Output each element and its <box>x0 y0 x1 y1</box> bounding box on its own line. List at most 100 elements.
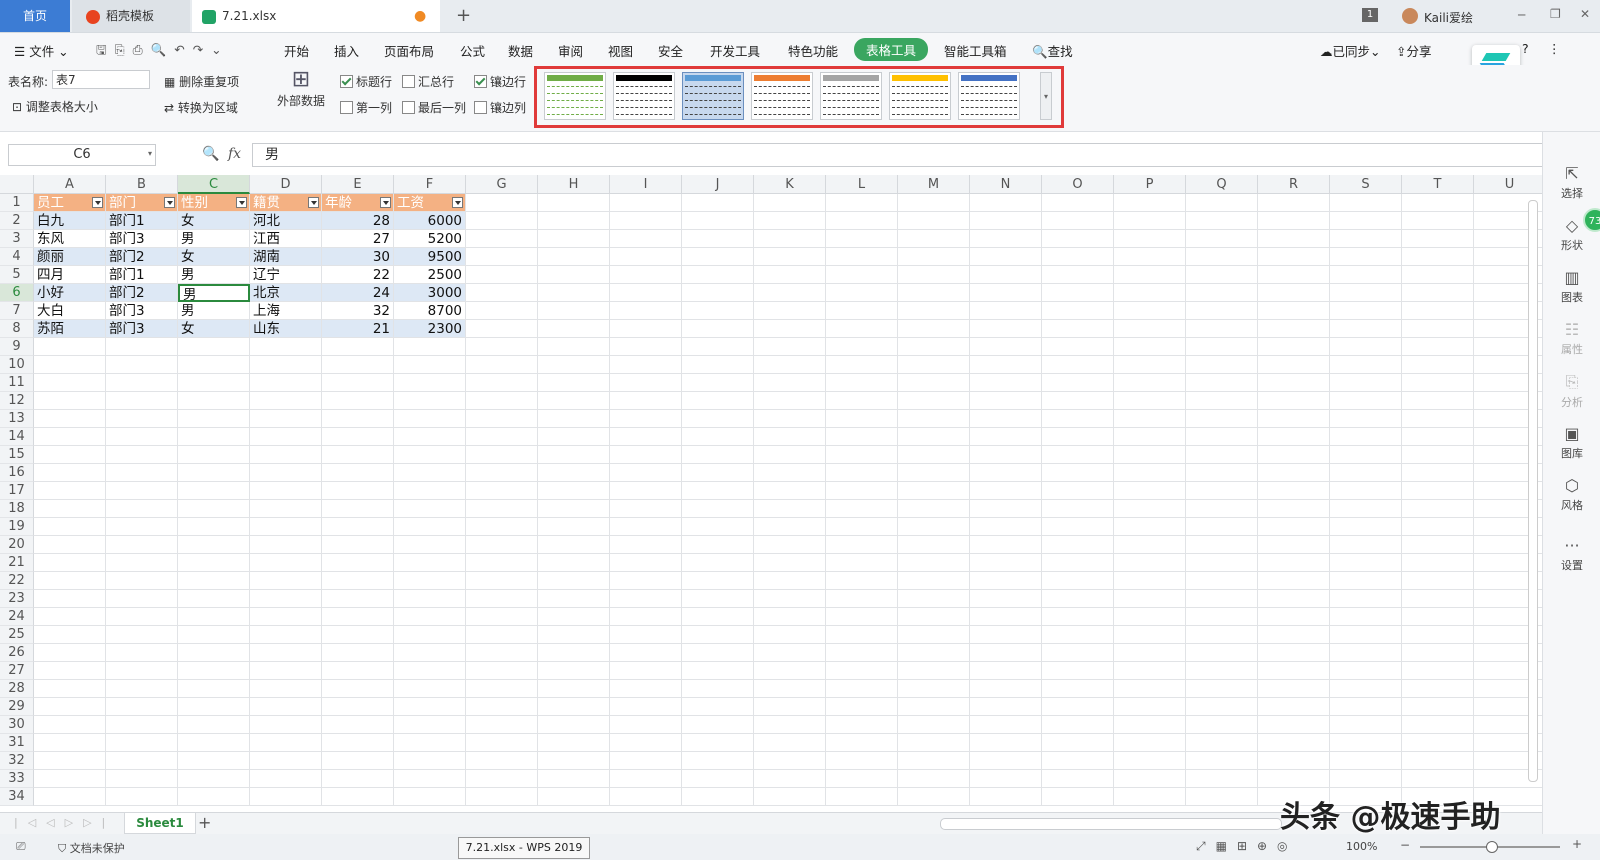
grid-cell[interactable] <box>970 770 1042 788</box>
grid-cell[interactable] <box>1330 302 1402 320</box>
grid-cell[interactable] <box>1042 752 1114 770</box>
grid-cell[interactable] <box>1402 338 1474 356</box>
grid-cell[interactable] <box>898 644 970 662</box>
grid-cell[interactable] <box>682 698 754 716</box>
grid-cell[interactable] <box>538 374 610 392</box>
grid-cell[interactable] <box>1402 734 1474 752</box>
grid-cell[interactable] <box>898 482 970 500</box>
grid-cell[interactable] <box>1186 590 1258 608</box>
grid-cell[interactable] <box>1042 266 1114 284</box>
grid-cell[interactable] <box>1042 428 1114 446</box>
row-header[interactable]: 28 <box>0 680 34 698</box>
grid-cell[interactable] <box>178 446 250 464</box>
grid-cell[interactable] <box>898 248 970 266</box>
grid-cell[interactable] <box>1114 662 1186 680</box>
grid-cell[interactable] <box>970 554 1042 572</box>
grid-cell[interactable] <box>1186 464 1258 482</box>
grid-cell[interactable] <box>1402 716 1474 734</box>
table-data-cell[interactable]: 苏陌 <box>34 320 106 338</box>
grid-cell[interactable] <box>610 302 682 320</box>
grid-cell[interactable] <box>178 392 250 410</box>
grid-cell[interactable] <box>970 500 1042 518</box>
grid-cell[interactable] <box>106 482 178 500</box>
grid-cell[interactable] <box>466 716 538 734</box>
grid-cell[interactable] <box>178 734 250 752</box>
user-name[interactable]: Kaili爱绘 <box>1424 9 1473 26</box>
grid-cell[interactable] <box>322 374 394 392</box>
grid-cell[interactable] <box>1330 194 1402 212</box>
grid-cell[interactable] <box>898 716 970 734</box>
grid-cell[interactable] <box>898 428 970 446</box>
table-header-cell[interactable]: 工资 <box>394 194 466 212</box>
grid-cell[interactable] <box>34 626 106 644</box>
grid-cell[interactable] <box>1042 248 1114 266</box>
grid-cell[interactable] <box>34 662 106 680</box>
grid-cell[interactable] <box>754 572 826 590</box>
grid-cell[interactable] <box>106 536 178 554</box>
filter-dropdown-icon[interactable] <box>308 197 319 208</box>
grid-cell[interactable] <box>466 302 538 320</box>
grid-cell[interactable] <box>1330 482 1402 500</box>
grid-cell[interactable] <box>1042 698 1114 716</box>
grid-cell[interactable] <box>178 680 250 698</box>
grid-cell[interactable] <box>106 428 178 446</box>
row-header[interactable]: 12 <box>0 392 34 410</box>
grid-cell[interactable] <box>1330 284 1402 302</box>
grid-cell[interactable] <box>682 572 754 590</box>
grid-cell[interactable] <box>34 518 106 536</box>
grid-cell[interactable] <box>610 374 682 392</box>
grid-cell[interactable] <box>898 698 970 716</box>
grid-cell[interactable] <box>1330 716 1402 734</box>
grid-cell[interactable] <box>1330 662 1402 680</box>
grid-cell[interactable] <box>250 464 322 482</box>
grid-cell[interactable] <box>970 734 1042 752</box>
table-style-swatch[interactable] <box>544 72 606 120</box>
grid-cell[interactable] <box>322 536 394 554</box>
grid-cell[interactable] <box>106 446 178 464</box>
grid-cell[interactable] <box>754 248 826 266</box>
table-data-cell[interactable]: 30 <box>322 248 394 266</box>
grid-cell[interactable] <box>754 770 826 788</box>
grid-cell[interactable] <box>970 716 1042 734</box>
grid-cell[interactable] <box>466 212 538 230</box>
grid-cell[interactable] <box>754 194 826 212</box>
grid-cell[interactable] <box>394 554 466 572</box>
grid-cell[interactable] <box>250 680 322 698</box>
grid-cell[interactable] <box>1114 302 1186 320</box>
grid-cell[interactable] <box>538 680 610 698</box>
grid-cell[interactable] <box>1114 194 1186 212</box>
filter-dropdown-icon[interactable] <box>164 197 175 208</box>
grid-cell[interactable] <box>970 302 1042 320</box>
grid-cell[interactable] <box>1402 482 1474 500</box>
grid-cell[interactable] <box>106 680 178 698</box>
zoom-slider-handle[interactable] <box>1486 841 1498 853</box>
grid-cell[interactable] <box>682 302 754 320</box>
row-header[interactable]: 16 <box>0 464 34 482</box>
grid-cell[interactable] <box>538 446 610 464</box>
grid-cell[interactable] <box>34 410 106 428</box>
grid-cell[interactable] <box>1330 590 1402 608</box>
grid-cell[interactable] <box>250 356 322 374</box>
grid-cell[interactable] <box>466 374 538 392</box>
fx-icon[interactable]: fx <box>228 146 241 162</box>
grid-cell[interactable] <box>538 572 610 590</box>
grid-cell[interactable] <box>1114 320 1186 338</box>
grid-cell[interactable] <box>394 482 466 500</box>
table-data-cell[interactable]: 江西 <box>250 230 322 248</box>
grid-cell[interactable] <box>1402 302 1474 320</box>
grid-cell[interactable] <box>1114 554 1186 572</box>
table-header-cell[interactable]: 性别 <box>178 194 250 212</box>
grid-cell[interactable] <box>1330 734 1402 752</box>
table-header-cell[interactable]: 籍贯 <box>250 194 322 212</box>
grid-cell[interactable] <box>1258 302 1330 320</box>
row-header[interactable]: 31 <box>0 734 34 752</box>
grid-cell[interactable] <box>898 662 970 680</box>
panel-analysis[interactable]: ⎘ 分析 <box>1543 372 1600 410</box>
grid-cell[interactable] <box>538 662 610 680</box>
grid-cell[interactable] <box>178 626 250 644</box>
grid-cell[interactable] <box>898 410 970 428</box>
grid-cell[interactable] <box>1042 500 1114 518</box>
table-data-cell[interactable]: 女 <box>178 320 250 338</box>
grid-cell[interactable] <box>610 698 682 716</box>
grid-cell[interactable] <box>1114 536 1186 554</box>
